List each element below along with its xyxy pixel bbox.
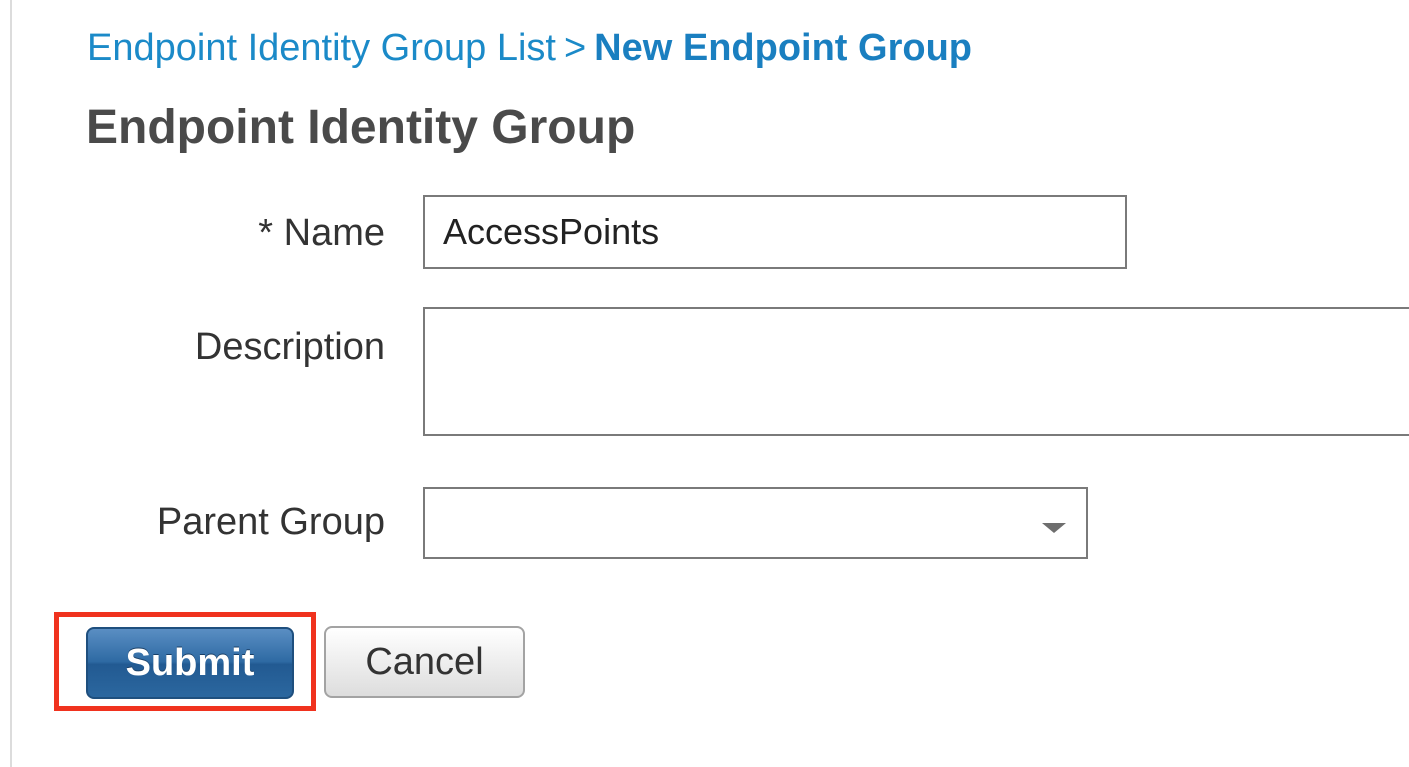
breadcrumb-current: New Endpoint Group [594,27,973,69]
description-input[interactable] [423,307,1409,436]
submit-button[interactable]: Submit [86,627,294,699]
left-divider [10,0,12,767]
parent-group-label: Parent Group [156,501,385,543]
cancel-button[interactable]: Cancel [324,626,525,698]
breadcrumb: Endpoint Identity Group List > New Endpoin… [87,24,972,72]
breadcrumb-separator: > [563,27,587,69]
chevron-down-icon [1042,523,1066,533]
breadcrumb-link-endpoint-group-list[interactable]: Endpoint Identity Group List [87,27,556,69]
description-label: Description [194,326,385,368]
name-label: * Name [258,212,385,254]
parent-group-select[interactable] [423,487,1088,559]
name-input[interactable] [423,195,1127,269]
page-title: Endpoint Identity Group [86,101,636,154]
